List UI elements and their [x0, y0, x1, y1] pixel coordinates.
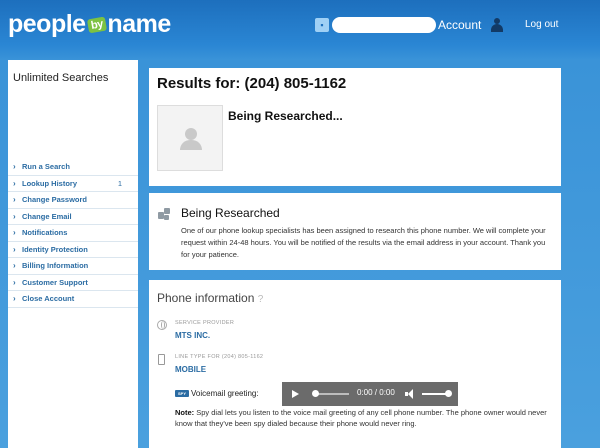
logo-part-people: people — [8, 10, 86, 38]
account-email-redacted — [332, 17, 436, 33]
account-icon[interactable]: ▪ — [315, 18, 329, 32]
sidebar-item-identity-protection[interactable]: › Identity Protection — [8, 242, 138, 258]
sidebar-item-label: Lookup History — [22, 178, 78, 188]
mobile-phone-icon — [158, 354, 165, 365]
user-icon[interactable] — [491, 18, 503, 32]
person-silhouette-icon — [185, 128, 197, 140]
play-icon[interactable] — [292, 390, 299, 398]
sidebar-item-label: Identity Protection — [22, 244, 88, 254]
avatar-placeholder — [157, 105, 223, 171]
chevron-right-icon: › — [13, 162, 16, 171]
research-notice-panel: Being Researched One of our phone lookup… — [149, 193, 561, 270]
chevron-right-icon: › — [13, 277, 16, 287]
spy-dial-note: Note: Spy dial lets you listen to the vo… — [175, 407, 555, 429]
peoplebyname-logo[interactable]: people by name — [8, 10, 171, 39]
globe-icon — [157, 320, 167, 330]
sidebar-item-customer-support[interactable]: › Customer Support — [8, 275, 138, 291]
phone-information-title: Phone information ? — [157, 291, 263, 305]
sidebar-item-label: Billing Information — [22, 261, 89, 270]
phone-information-heading: Phone information — [157, 291, 255, 305]
top-header: people by name ▪ Account Log out — [0, 0, 600, 52]
chevron-right-icon: › — [13, 211, 16, 221]
phone-information-panel: Phone information ? SERVICE PROVIDER MTS… — [149, 280, 561, 448]
sidebar-title: Unlimited Searches — [13, 72, 109, 84]
chevron-right-icon: › — [13, 195, 16, 204]
logo-part-name: name — [107, 10, 171, 38]
lookup-history-count: 1 — [117, 178, 122, 188]
results-panel: Results for: (204) 805-1162 Being Resear… — [149, 68, 561, 186]
spy-dial-badge: SPY — [175, 390, 189, 397]
volume-icon[interactable] — [405, 389, 415, 399]
seek-handle[interactable] — [312, 390, 319, 397]
sidebar: Unlimited Searches › Run a Search › Lookup… — [8, 60, 138, 448]
account-link[interactable]: Account — [438, 18, 481, 32]
chevron-right-icon: › — [13, 244, 16, 254]
line-type-value: MOBILE — [175, 365, 207, 374]
research-notice-title: Being Researched — [181, 206, 280, 220]
sidebar-item-label: Change Password — [22, 195, 88, 204]
chevron-right-icon: › — [13, 228, 16, 237]
sidebar-item-label: Run a Search — [22, 162, 70, 171]
help-icon[interactable]: ? — [258, 294, 264, 305]
sidebar-item-label: Customer Support — [22, 277, 88, 287]
sidebar-item-run-search[interactable]: › Run a Search — [8, 159, 138, 176]
volume-handle[interactable] — [445, 390, 452, 397]
page-title: Results for: (204) 805-1162 — [157, 75, 347, 92]
sidebar-item-close-account[interactable]: › Close Account — [8, 291, 138, 308]
puzzle-icon — [158, 208, 170, 220]
sidebar-menu: › Run a Search › Lookup History 1 › Change P… — [8, 159, 138, 308]
chevron-right-icon: › — [13, 261, 16, 270]
player-time: 0:00 / 0:00 — [357, 388, 395, 397]
research-status: Being Researched... — [228, 109, 343, 123]
logout-link[interactable]: Log out — [525, 19, 558, 30]
sidebar-item-billing-information[interactable]: › Billing Information — [8, 258, 138, 275]
line-type-label: LINE TYPE FOR (204) 805-1162 — [175, 354, 264, 360]
sidebar-item-change-password[interactable]: › Change Password — [8, 192, 138, 209]
sidebar-item-label: Change Email — [22, 211, 72, 221]
research-notice-text: One of our phone lookup specialists has … — [181, 226, 546, 259]
note-label: Note: — [175, 408, 195, 417]
sidebar-item-notifications[interactable]: › Notifications — [8, 225, 138, 242]
chevron-right-icon: › — [13, 178, 16, 188]
logo-part-by: by — [86, 16, 107, 34]
service-provider-value: MTS INC. — [175, 331, 211, 340]
chevron-right-icon: › — [13, 294, 16, 303]
sidebar-item-lookup-history[interactable]: › Lookup History 1 — [8, 176, 138, 192]
sidebar-item-label: Notifications — [22, 228, 68, 237]
voicemail-greeting-label: Voicemail greeting: — [191, 389, 259, 398]
sidebar-item-label: Close Account — [22, 294, 75, 303]
sidebar-item-change-email[interactable]: › Change Email — [8, 209, 138, 225]
note-text: Spy dial lets you listen to the voice ma… — [175, 408, 547, 428]
audio-player: 0:00 / 0:00 — [282, 382, 458, 406]
service-provider-label: SERVICE PROVIDER — [175, 320, 235, 326]
